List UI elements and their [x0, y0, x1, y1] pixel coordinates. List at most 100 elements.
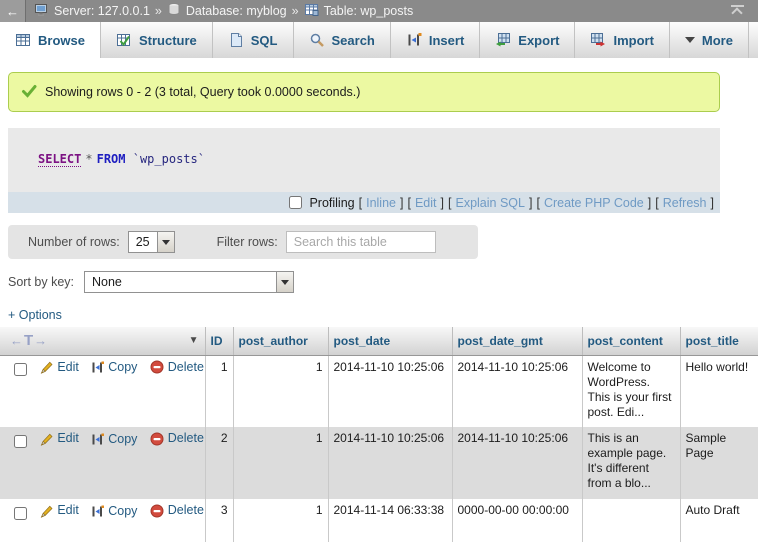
tab-label: More [702, 33, 733, 48]
cell-post-title[interactable]: Sample Page [680, 427, 758, 499]
server-icon [34, 2, 49, 20]
breadcrumb-table[interactable]: Table: wp_posts [324, 4, 414, 18]
export-icon [495, 32, 511, 48]
sql-star: * [81, 152, 96, 166]
database-icon [167, 2, 181, 20]
structure-icon [116, 32, 132, 48]
cell-post-content[interactable]: This is an example page. It's different … [582, 427, 680, 499]
success-message: Showing rows 0 - 2 (3 total, Query took … [8, 72, 720, 112]
cell-post-date[interactable]: 2014-11-10 10:25:06 [328, 427, 452, 499]
delete-button[interactable]: Delete [150, 431, 204, 446]
edit-button[interactable]: Edit [39, 360, 79, 375]
breadcrumb: Server: 127.0.0.1 » Database: myblog » T… [26, 2, 724, 20]
cell-post-date[interactable]: 2014-11-10 10:25:06 [328, 355, 452, 427]
copy-icon [91, 505, 104, 518]
back-arrow-icon: ← [6, 4, 19, 19]
edit-query-link[interactable]: Edit [415, 196, 437, 210]
browse-icon [15, 32, 31, 48]
pencil-icon [39, 504, 53, 518]
row-checkbox[interactable] [14, 435, 27, 448]
search-icon [309, 32, 325, 48]
sort-by-key-select[interactable]: None [84, 271, 294, 293]
tab-browse[interactable]: Browse [0, 22, 101, 58]
copy-button[interactable]: Copy [91, 360, 137, 375]
profiling-label: Profiling [309, 196, 354, 210]
cell-post-author[interactable]: 1 [233, 499, 328, 542]
explain-sql-link[interactable]: Explain SQL [455, 196, 524, 210]
column-marker-control[interactable]: ←T→ [10, 332, 48, 349]
options-toggle[interactable]: + Options [8, 308, 62, 322]
breadcrumb-server[interactable]: Server: 127.0.0.1 [54, 4, 150, 18]
row-checkbox[interactable] [14, 507, 27, 520]
tab-insert[interactable]: Insert [391, 22, 480, 58]
select-arrow-icon [276, 272, 293, 292]
edit-button[interactable]: Edit [39, 431, 79, 446]
tab-more[interactable]: More [670, 22, 749, 58]
column-header-post-content[interactable]: post_content [582, 327, 680, 355]
edit-button[interactable]: Edit [39, 503, 79, 518]
cell-post-title[interactable]: Hello world! [680, 355, 758, 427]
breadcrumb-separator: » [155, 4, 162, 18]
cell-post-date[interactable]: 2014-11-14 06:33:38 [328, 499, 452, 542]
sql-keyword-select[interactable]: SELECT [38, 152, 81, 167]
sql-table-ref: `wp_posts` [133, 152, 205, 166]
delete-button[interactable]: Delete [150, 360, 204, 375]
cell-post-author[interactable]: 1 [233, 355, 328, 427]
refresh-link[interactable]: Refresh [663, 196, 707, 210]
cell-id[interactable]: 1 [205, 355, 233, 427]
cell-post-date-gmt[interactable]: 0000-00-00 00:00:00 [452, 499, 582, 542]
column-header-post-date-gmt[interactable]: post_date_gmt [452, 327, 582, 355]
cell-post-date-gmt[interactable]: 2014-11-10 10:25:06 [452, 355, 582, 427]
delete-icon [150, 504, 164, 518]
column-header-post-author[interactable]: post_author [233, 327, 328, 355]
profiling-checkbox[interactable] [289, 196, 302, 209]
delete-button[interactable]: Delete [150, 503, 204, 518]
copy-button[interactable]: Copy [91, 504, 137, 519]
tab-import[interactable]: Import [575, 22, 669, 58]
tab-bar: Browse Structure SQL Search Insert Expor… [0, 22, 758, 58]
table-row: Edit Copy Delete 1 1 2014-11-10 10:25:06… [0, 355, 758, 427]
filter-rows-input[interactable] [286, 231, 436, 253]
inline-link[interactable]: Inline [366, 196, 396, 210]
copy-button[interactable]: Copy [91, 432, 137, 447]
create-php-code-link[interactable]: Create PHP Code [544, 196, 644, 210]
tab-label: SQL [251, 33, 278, 48]
sort-by-key-label: Sort by key: [8, 275, 74, 289]
copy-icon [91, 433, 104, 446]
column-header-id[interactable]: ID [205, 327, 233, 355]
query-links-bar: Profiling [ Inline ] [ Edit ] [ Explain … [8, 192, 720, 213]
tab-structure[interactable]: Structure [101, 22, 213, 58]
tab-label: Import [613, 33, 653, 48]
copy-icon [91, 361, 104, 374]
tab-label: Export [518, 33, 559, 48]
sort-dropdown-icon[interactable]: ▼ [189, 335, 199, 346]
breadcrumb-bar: ← Server: 127.0.0.1 » Database: myblog »… [0, 0, 758, 22]
tab-label: Browse [38, 33, 85, 48]
number-of-rows-select[interactable]: 25 [128, 231, 175, 253]
insert-icon [406, 32, 422, 48]
delete-icon [150, 360, 164, 374]
sql-query-text: SELECT*FROM `wp_posts` [8, 128, 720, 192]
row-checkbox[interactable] [14, 363, 27, 376]
column-header-post-date[interactable]: post_date [328, 327, 452, 355]
tab-label: Insert [429, 33, 464, 48]
breadcrumb-database[interactable]: Database: myblog [186, 4, 287, 18]
filter-rows-label: Filter rows: [217, 235, 278, 249]
tab-export[interactable]: Export [480, 22, 575, 58]
cell-id[interactable]: 3 [205, 499, 233, 542]
cell-id[interactable]: 2 [205, 427, 233, 499]
collapse-icon[interactable] [724, 5, 750, 17]
tab-search[interactable]: Search [294, 22, 391, 58]
cell-post-author[interactable]: 1 [233, 427, 328, 499]
delete-icon [150, 432, 164, 446]
chevron-down-icon [685, 37, 695, 43]
pencil-icon [39, 432, 53, 446]
cell-post-date-gmt[interactable]: 2014-11-10 10:25:06 [452, 427, 582, 499]
cell-post-title[interactable]: Auto Draft [680, 499, 758, 542]
table-row: Edit Copy Delete 2 1 2014-11-10 10:25:06… [0, 427, 758, 499]
cell-post-content[interactable] [582, 499, 680, 542]
column-header-post-title[interactable]: post_title [680, 327, 758, 355]
nav-panel-toggle-button[interactable]: ← [0, 0, 26, 22]
cell-post-content[interactable]: Welcome to WordPress. This is your first… [582, 355, 680, 427]
tab-sql[interactable]: SQL [213, 22, 294, 58]
